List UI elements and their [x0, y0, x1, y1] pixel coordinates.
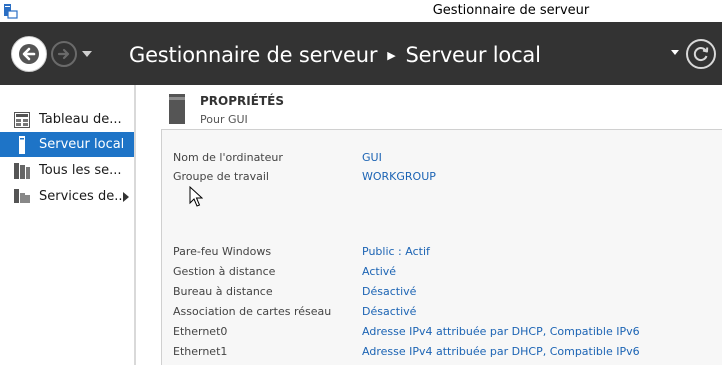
property-label: Ethernet1 [173, 345, 228, 358]
property-value-link[interactable]: Activé [362, 265, 396, 278]
sidebar-item-label: Serveur local [39, 137, 125, 152]
properties-panel: Nom de l'ordinateur GUI Groupe de travai… [161, 129, 722, 365]
properties-title: PROPRIÉTÉS [200, 94, 284, 108]
history-dropdown-icon[interactable] [82, 50, 92, 58]
property-value-link[interactable]: Désactivé [362, 285, 416, 298]
properties-subtitle: Pour GUI [200, 113, 248, 126]
arrow-right-icon [57, 48, 70, 60]
property-value-link[interactable]: Désactivé [362, 305, 416, 318]
property-label: Gestion à distance [173, 265, 276, 278]
property-value-link[interactable]: GUI [362, 151, 382, 164]
servers-icon [13, 162, 31, 180]
sidebar-item-file-services[interactable]: Services de... [0, 184, 134, 209]
main-content: PROPRIÉTÉS Pour GUI Nom de l'ordinateur … [136, 85, 722, 365]
property-label: Nom de l'ordinateur [173, 151, 283, 164]
breadcrumb: Gestionnaire de serveur ▶ Serveur local [129, 40, 541, 70]
property-label: Ethernet0 [173, 325, 228, 338]
dashboard-icon [13, 111, 31, 129]
sidebar: Tableau de... Serveur local Tous les se.… [0, 85, 136, 365]
sidebar-item-dashboard[interactable]: Tableau de... [0, 107, 134, 132]
sidebar-item-all-servers[interactable]: Tous les se... [0, 158, 134, 183]
refresh-icon [693, 47, 709, 62]
header-dropdown-icon[interactable] [671, 50, 679, 56]
property-label: Groupe de travail [173, 170, 269, 183]
back-button[interactable] [11, 36, 47, 72]
sidebar-item-label: Services de... [39, 189, 127, 204]
property-value-link[interactable]: Public : Actif [362, 245, 430, 258]
breadcrumb-root[interactable]: Gestionnaire de serveur [129, 43, 377, 67]
property-value-link[interactable]: WORKGROUP [362, 170, 436, 183]
sidebar-item-label: Tableau de... [39, 112, 122, 127]
property-label: Bureau à distance [173, 285, 273, 298]
properties-server-icon [169, 94, 185, 124]
refresh-button[interactable] [686, 39, 716, 69]
sidebar-item-label: Tous les se... [39, 163, 122, 178]
breadcrumb-current: Serveur local [405, 43, 541, 67]
forward-button[interactable] [51, 41, 77, 67]
property-label: Pare-feu Windows [173, 245, 272, 258]
header-bar: Gestionnaire de serveur ▶ Serveur local [0, 22, 722, 85]
server-icon [13, 135, 31, 154]
arrow-left-icon [19, 44, 39, 64]
sidebar-item-local-server[interactable]: Serveur local [0, 132, 134, 157]
property-label: Association de cartes réseau [173, 305, 332, 318]
breadcrumb-separator-icon: ▶ [387, 48, 396, 62]
property-value-link[interactable]: Adresse IPv4 attribuée par DHCP, Compati… [362, 345, 640, 358]
property-value-link[interactable]: Adresse IPv4 attribuée par DHCP, Compati… [362, 325, 640, 338]
chevron-right-icon[interactable] [123, 192, 129, 202]
title-bar: Gestionnaire de serveur [0, 0, 722, 22]
file-services-icon [13, 188, 31, 206]
mouse-cursor-icon [189, 186, 203, 207]
window-title: Gestionnaire de serveur [432, 3, 590, 18]
